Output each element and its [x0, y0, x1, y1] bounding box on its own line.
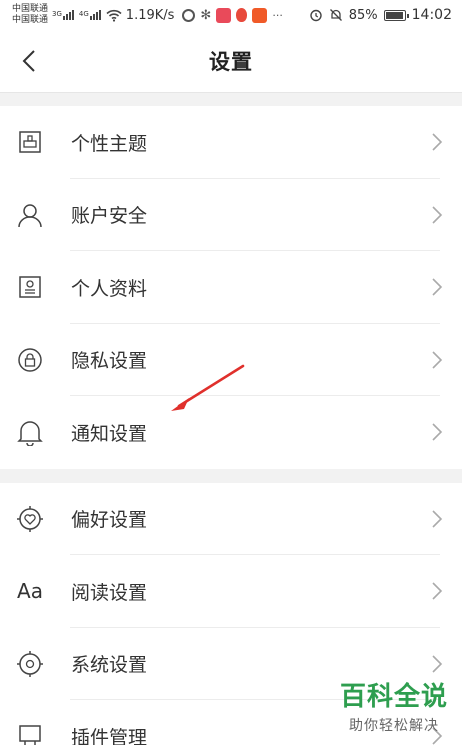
- back-button[interactable]: [14, 46, 44, 76]
- app-notification-icon: [182, 8, 196, 22]
- status-bar: 中国联通 中国联通 3G 4G 1.19K/s ✻ ··· 85% 14:02: [0, 0, 462, 30]
- balloon-icon: [236, 8, 248, 22]
- mute-bell-icon: [329, 9, 342, 21]
- carrier-2: 中国联通: [12, 15, 49, 25]
- heart-badge-icon: [17, 505, 43, 532]
- chevron-right-icon: [432, 510, 443, 528]
- chevron-right-icon: [432, 423, 443, 441]
- watermark-title: 百科全说: [339, 682, 448, 712]
- settings-item-preferences[interactable]: 偏好设置: [0, 483, 462, 555]
- alarm-icon: [310, 9, 322, 22]
- settings-item-label: 个人资料: [71, 277, 148, 300]
- watermark: 百科全说 助你轻松解决: [340, 676, 448, 735]
- settings-item-notifications[interactable]: 通知设置: [0, 396, 462, 469]
- section-divider: [0, 468, 462, 483]
- font-aa-icon: Aa: [17, 579, 43, 604]
- settings-item-theme[interactable]: 个性主题: [0, 106, 462, 179]
- battery-icon: [383, 9, 409, 21]
- profile-card-icon: [19, 276, 41, 298]
- settings-item-label: 个性主题: [71, 132, 148, 155]
- section-divider: [0, 92, 462, 106]
- network-speed: 1.19K/s: [125, 7, 175, 23]
- navigation-bar: 设置: [0, 30, 462, 92]
- network-type-1: 3G: [52, 10, 62, 18]
- chevron-right-icon: [432, 582, 443, 600]
- chevron-right-icon: [432, 278, 443, 296]
- settings-item-label: 通知设置: [71, 422, 148, 445]
- notification-icons: ✻ ···: [182, 7, 283, 23]
- settings-item-label: 系统设置: [71, 654, 148, 677]
- settings-item-privacy[interactable]: 隐私设置: [0, 324, 462, 396]
- bell-icon: [17, 421, 43, 447]
- battery-percent: 85%: [348, 7, 378, 23]
- watermark-subtitle: 助你轻松解决: [348, 718, 439, 734]
- settings-item-label: 偏好设置: [71, 509, 148, 532]
- plugin-icon: [19, 725, 41, 745]
- more-notifications-icon: ···: [272, 8, 283, 22]
- lock-icon: [18, 348, 42, 372]
- settings-item-account-security[interactable]: 账户安全: [0, 179, 462, 251]
- settings-item-label: 隐私设置: [71, 350, 148, 373]
- wifi-icon: [106, 9, 122, 22]
- settings-item-reading[interactable]: Aa 阅读设置: [0, 555, 462, 628]
- theme-icon: [19, 131, 41, 153]
- signal-icon-2: 4G: [79, 10, 102, 20]
- carrier-1: 中国联通: [12, 4, 49, 14]
- settings-item-label: 阅读设置: [71, 581, 148, 604]
- signal-icon-1: 3G: [52, 10, 75, 20]
- settings-item-label: 插件管理: [71, 726, 148, 745]
- settings-item-profile[interactable]: 个人资料: [0, 251, 462, 324]
- clock: 14:02: [411, 7, 452, 23]
- chevron-right-icon: [432, 133, 443, 151]
- app-notification-icon: ✻: [200, 7, 212, 23]
- system-gear-icon: [17, 650, 43, 677]
- chevron-right-icon: [432, 206, 443, 224]
- settings-item-label: 账户安全: [71, 205, 148, 228]
- page-title: 设置: [209, 50, 253, 74]
- carrier-names: 中国联通 中国联通: [12, 4, 48, 26]
- chevron-left-icon: [22, 50, 35, 72]
- user-icon: [18, 204, 42, 227]
- chevron-right-icon: [432, 351, 443, 369]
- chevron-right-icon: [432, 655, 443, 673]
- settings-group-1: 个性主题 账户安全 个人资料 隐私设置 通知设置: [0, 106, 462, 469]
- app-notification-icon: [252, 7, 268, 23]
- app-notification-icon: [216, 7, 232, 23]
- network-type-2: 4G: [78, 10, 89, 18]
